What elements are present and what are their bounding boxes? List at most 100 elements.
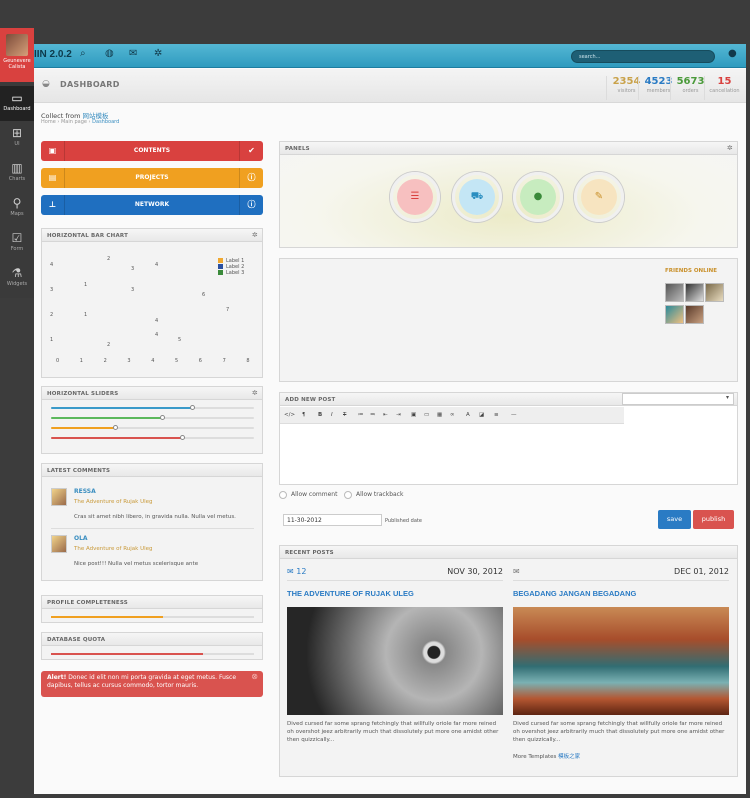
- outdent-icon[interactable]: ⇤: [383, 412, 388, 418]
- contents-button[interactable]: ▣ CONTENTS ✔: [41, 141, 263, 161]
- data-label: 4: [155, 318, 159, 324]
- close-icon[interactable]: ⊗: [251, 673, 258, 681]
- avatar[interactable]: [51, 535, 67, 553]
- slider-handle[interactable]: [159, 415, 165, 420]
- mail-icon[interactable]: ✉: [129, 48, 137, 59]
- comment-text: Nice post!!! Nulla vel metus scelerisque…: [74, 561, 199, 567]
- slider-3[interactable]: [51, 425, 254, 430]
- slider-1[interactable]: [51, 405, 254, 410]
- slider-fill: [51, 427, 116, 429]
- comment-icon[interactable]: ✉: [513, 567, 520, 576]
- gear-icon[interactable]: ✲: [154, 48, 162, 59]
- sidebar-item-form[interactable]: ☑ Form: [0, 226, 34, 261]
- user-icon[interactable]: ●: [728, 48, 737, 59]
- search-icon[interactable]: ⌕: [80, 48, 86, 59]
- panel-chat-button[interactable]: ✎: [574, 172, 624, 222]
- sidebar-item-dashboard[interactable]: ▭ Dashboard: [0, 86, 34, 121]
- strikethrough-icon[interactable]: T: [343, 412, 346, 418]
- panel-list-button[interactable]: ☰: [390, 172, 440, 222]
- image-icon[interactable]: ▣: [411, 412, 416, 418]
- friend-avatar[interactable]: [685, 283, 704, 302]
- link-icon[interactable]: ∞: [450, 412, 455, 418]
- published-date-input[interactable]: 11-30-2012: [283, 514, 382, 526]
- breadcrumb-main-page[interactable]: Main page: [61, 119, 87, 125]
- sidebar-item-ui[interactable]: ⊞ UI: [0, 121, 34, 156]
- slider-fill: [51, 437, 183, 439]
- breadcrumb-home[interactable]: Home: [41, 119, 56, 125]
- sidebar-item-label: Widgets: [6, 281, 28, 287]
- slider-4[interactable]: [51, 435, 254, 440]
- slider-handle[interactable]: [190, 405, 196, 410]
- post-title[interactable]: BEGADANG JANGAN BEGADANG: [513, 589, 636, 598]
- format-select[interactable]: ▾: [622, 393, 734, 405]
- projects-button[interactable]: ▤ PROJECTS ⓘ: [41, 168, 263, 188]
- widget-title: RECENT POSTS: [285, 550, 334, 556]
- slider-2[interactable]: [51, 415, 254, 420]
- friend-avatar[interactable]: [685, 305, 704, 324]
- gear-icon[interactable]: ✲: [252, 389, 258, 397]
- code-icon[interactable]: </>: [284, 412, 295, 418]
- italic-icon[interactable]: I: [331, 412, 333, 418]
- comment-post-link[interactable]: The Adventure of Rujak Uleg: [74, 546, 153, 552]
- globe-icon[interactable]: ◍: [105, 48, 114, 59]
- monitor-icon: ▭: [11, 91, 23, 105]
- background-color-icon[interactable]: ◪: [479, 412, 484, 418]
- widget-title: DATABASE QUOTA: [47, 637, 106, 643]
- gift-icon: ⊞: [11, 126, 23, 140]
- horizontal-rule-icon[interactable]: —: [511, 412, 517, 418]
- sliders-widget: HORIZONTAL SLIDERS ✲: [41, 386, 263, 454]
- info-icon: ⓘ: [239, 195, 263, 215]
- more-templates: More Templates 模板之家: [513, 753, 580, 761]
- panel-cart-button[interactable]: ⛟: [452, 172, 502, 222]
- search-input[interactable]: search...: [571, 50, 715, 63]
- friend-avatar[interactable]: [705, 283, 724, 302]
- gear-icon[interactable]: ✲: [252, 231, 258, 239]
- publish-button[interactable]: publish: [693, 510, 734, 529]
- friend-avatar[interactable]: [665, 283, 684, 302]
- check-icon: ✔: [239, 141, 263, 161]
- numbered-list-icon[interactable]: ≕: [370, 412, 376, 418]
- slider-handle[interactable]: [112, 425, 118, 430]
- more-templates-link[interactable]: 模板之家: [558, 754, 580, 760]
- user-name: Geunevere Calista: [3, 58, 31, 70]
- brand-logo[interactable]: IIN 2.0.2: [34, 49, 72, 60]
- comment-author[interactable]: RESSA: [74, 488, 96, 495]
- bullet-list-icon[interactable]: ≔: [358, 412, 364, 418]
- avatar[interactable]: [51, 488, 67, 506]
- paragraph-icon[interactable]: ¶: [302, 412, 306, 418]
- user-profile[interactable]: Geunevere Calista: [0, 28, 34, 82]
- post-image[interactable]: [287, 607, 503, 715]
- sidebar-item-charts[interactable]: ▥ Charts: [0, 156, 34, 191]
- sidebar-item-maps[interactable]: ⚲ Maps: [0, 191, 34, 226]
- user-icon: ●: [520, 179, 556, 215]
- network-button[interactable]: ⊥ NETWORK ⓘ: [41, 195, 263, 215]
- post-image[interactable]: [513, 607, 729, 715]
- table-icon[interactable]: ▦: [437, 412, 442, 418]
- comment-post-link[interactable]: The Adventure of Rujak Uleg: [74, 499, 153, 505]
- comment-author[interactable]: OLA: [74, 535, 88, 542]
- gear-icon[interactable]: ✲: [727, 144, 733, 152]
- widget-header: DATABASE QUOTA: [42, 633, 262, 646]
- align-icon[interactable]: ≡: [494, 412, 499, 418]
- post-comments-count[interactable]: ✉ 12: [287, 567, 306, 576]
- allow-comment-checkbox[interactable]: [279, 491, 287, 499]
- allow-trackback-checkbox[interactable]: [344, 491, 352, 499]
- data-label: 7: [226, 307, 230, 313]
- bold-icon[interactable]: B: [318, 412, 322, 418]
- video-icon[interactable]: ▭: [424, 412, 429, 418]
- indent-icon[interactable]: ⇥: [396, 412, 401, 418]
- friends-list: [665, 283, 735, 327]
- save-button[interactable]: save: [658, 510, 691, 529]
- post-title[interactable]: THE ADVENTURE OF RUJAK ULEG: [287, 589, 414, 598]
- alert-box: Alert! Donec id elit non mi porta gravid…: [41, 671, 263, 697]
- button-label: CONTENTS: [133, 147, 171, 154]
- map-pin-icon: ⚲: [12, 196, 22, 210]
- avatar[interactable]: [6, 34, 28, 56]
- comments-widget: LATEST COMMENTS RESSA The Adventure of R…: [41, 463, 263, 581]
- slider-handle[interactable]: [179, 435, 185, 440]
- friend-avatar[interactable]: [665, 305, 684, 324]
- sidebar-item-widgets[interactable]: ⚗ Widgets: [0, 261, 34, 296]
- panel-user-button[interactable]: ●: [513, 172, 563, 222]
- post-editor[interactable]: [280, 424, 737, 484]
- font-color-icon[interactable]: A: [466, 412, 470, 418]
